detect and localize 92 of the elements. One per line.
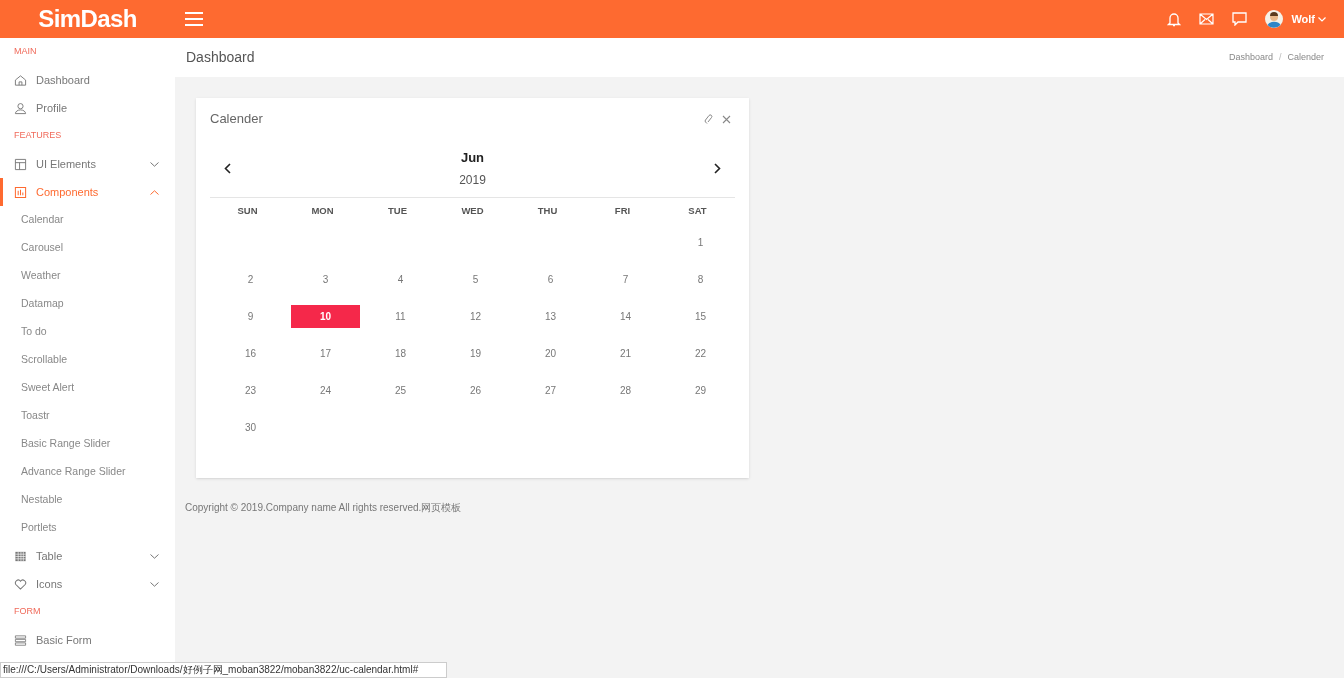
logo[interactable]: SimDash: [38, 1, 137, 37]
day-cell[interactable]: 23: [216, 379, 285, 402]
chevron-up-icon: [150, 189, 159, 195]
status-bar: file:///C:/Users/Administrator/Downloads/好例子网_moban3822/moban3822/uc-calendar.html#: [0, 662, 447, 678]
day-cell[interactable]: 9: [216, 305, 285, 328]
caret-icon: [1318, 16, 1326, 22]
weekday-header: SAT: [688, 203, 707, 218]
submenu-item[interactable]: Carousel: [21, 240, 64, 256]
table-icon: [14, 549, 27, 563]
day-cell[interactable]: 19: [441, 342, 510, 365]
weekday-header: MON: [311, 203, 334, 218]
day-cell[interactable]: 25: [366, 379, 435, 402]
breadcrumb-separator: /: [1278, 50, 1282, 64]
day-cell[interactable]: 1: [666, 231, 735, 254]
day-cell[interactable]: 10: [291, 305, 360, 328]
section-heading: FEATURES: [14, 129, 62, 143]
day-cell[interactable]: 18: [366, 342, 435, 365]
chevron-down-icon: [150, 161, 159, 167]
day-cell[interactable]: 28: [591, 379, 660, 402]
day-cell[interactable]: 29: [666, 379, 735, 402]
day-cell[interactable]: 13: [516, 305, 585, 328]
sidebar-item[interactable]: Components: [0, 178, 175, 206]
weekday-header: WED: [461, 203, 484, 218]
day-cell[interactable]: 24: [291, 379, 360, 402]
layout-icon: [14, 157, 27, 171]
submenu-item[interactable]: Basic Range Slider: [21, 436, 111, 452]
day-cell[interactable]: 30: [216, 416, 285, 439]
close-icon[interactable]: [722, 114, 731, 124]
copyright-text: Copyright © 2019.Company name All rights reserved.网页模板: [185, 501, 463, 515]
user-menu[interactable]: Wolf: [1291, 10, 1326, 28]
chat-icon[interactable]: [1232, 12, 1248, 26]
page-title: Dashboard: [186, 48, 255, 67]
user-icon: [14, 101, 27, 115]
day-cell[interactable]: 17: [291, 342, 360, 365]
weekday-header: SUN: [237, 203, 258, 218]
day-cell[interactable]: 7: [591, 268, 660, 291]
home-icon: [14, 73, 27, 87]
sidebar-item[interactable]: Icons: [0, 570, 175, 598]
submenu-item[interactable]: Nestable: [21, 492, 63, 508]
sidebar-item[interactable]: UI Elements: [0, 150, 175, 178]
next-month-button[interactable]: [714, 163, 721, 174]
submenu-item[interactable]: Datamap: [21, 296, 64, 312]
day-cell[interactable]: 8: [666, 268, 735, 291]
day-cell[interactable]: 12: [441, 305, 510, 328]
month-label: Jun: [460, 149, 485, 168]
mail-icon[interactable]: [1199, 13, 1215, 25]
submenu-item[interactable]: To do: [21, 324, 47, 340]
heart-icon: [14, 577, 27, 591]
sidebar-item[interactable]: Dashboard: [0, 66, 175, 94]
chevron-down-icon: [150, 553, 159, 559]
bell-icon[interactable]: [1167, 11, 1182, 27]
submenu-item[interactable]: Advance Range Slider: [21, 464, 126, 480]
avatar-icon[interactable]: [1265, 10, 1284, 28]
day-cell[interactable]: 6: [516, 268, 585, 291]
submenu-item[interactable]: Scrollable: [21, 352, 68, 368]
card-title: Calender: [210, 110, 263, 129]
day-cell[interactable]: 2: [216, 268, 285, 291]
sidebar-item[interactable]: Table: [0, 542, 175, 570]
submenu-item[interactable]: Sweet Alert: [21, 380, 75, 396]
day-cell[interactable]: 26: [441, 379, 510, 402]
day-cell[interactable]: 15: [666, 305, 735, 328]
previous-month-button[interactable]: [224, 163, 231, 174]
section-heading: MAIN: [14, 45, 37, 59]
breadcrumb-link[interactable]: Dashboard: [1228, 50, 1273, 65]
year-label: 2019: [459, 171, 486, 189]
chevron-right-icon: [714, 163, 721, 174]
weekday-header: THU: [537, 203, 558, 218]
day-cell[interactable]: 27: [516, 379, 585, 402]
submenu-item[interactable]: Portlets: [21, 520, 57, 536]
sidebar-item[interactable]: Basic Form: [0, 626, 175, 654]
submenu-item[interactable]: Calendar: [21, 212, 64, 228]
sidebar-item[interactable]: Profile: [0, 94, 175, 122]
day-cell[interactable]: 20: [516, 342, 585, 365]
chevron-down-icon: [150, 581, 159, 587]
day-cell[interactable]: 5: [441, 268, 510, 291]
day-cell[interactable]: 14: [591, 305, 660, 328]
section-heading: FORM: [14, 605, 41, 619]
day-cell[interactable]: 22: [666, 342, 735, 365]
submenu-item[interactable]: Toastr: [21, 408, 50, 424]
chevron-left-icon: [224, 163, 231, 174]
form-icon: [14, 633, 27, 647]
day-cell[interactable]: 3: [291, 268, 360, 291]
menu-icon[interactable]: [185, 12, 203, 26]
weekday-header: TUE: [388, 203, 407, 218]
day-cell[interactable]: 21: [591, 342, 660, 365]
day-cell[interactable]: 11: [366, 305, 435, 328]
day-cell[interactable]: 4: [366, 268, 435, 291]
link-icon[interactable]: [704, 113, 713, 125]
day-cell[interactable]: 16: [216, 342, 285, 365]
weekday-header: FRI: [614, 203, 631, 218]
submenu-item[interactable]: Weather: [21, 268, 61, 284]
chart-icon: [14, 185, 27, 199]
